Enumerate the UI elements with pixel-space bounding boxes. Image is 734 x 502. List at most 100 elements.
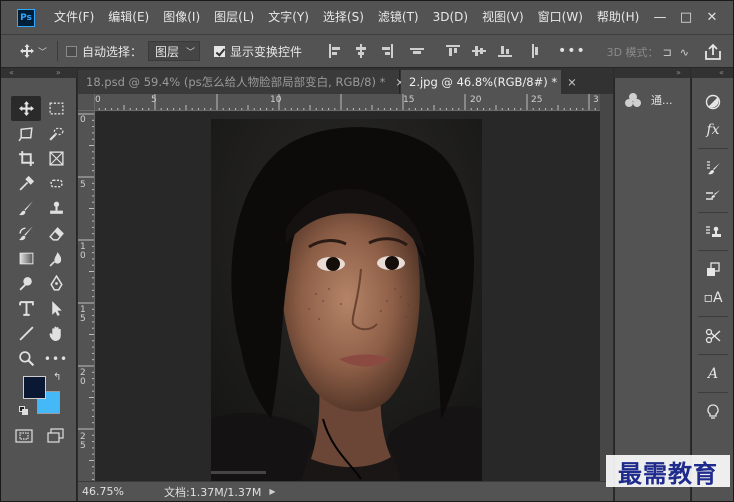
menu-window[interactable]: 窗口(W) (531, 1, 590, 34)
menu-filter[interactable]: 滤镜(T) (371, 1, 426, 34)
align-top-icon (446, 44, 461, 58)
close-button[interactable]: ✕ (699, 8, 725, 28)
dock-divider (698, 316, 728, 317)
status-menu-arrow-icon[interactable]: ▶ (269, 487, 275, 496)
clone-source-icon (706, 226, 721, 237)
distribute-horizontal-button[interactable] (522, 41, 548, 61)
zoom-tool[interactable] (11, 346, 41, 371)
brushes-button[interactable] (700, 184, 726, 208)
eraser-tool[interactable] (41, 221, 71, 246)
align-left-edges-button[interactable] (322, 41, 348, 61)
quick-selection-tool[interactable] (41, 121, 71, 146)
menu-file[interactable]: 文件(F) (47, 1, 101, 34)
share-button[interactable] (703, 42, 723, 62)
tab-18-psd[interactable]: 18.psd @ 59.4% (ps怎么给人物脸部局部变白, RGB/8) * … (78, 70, 405, 94)
type-tool[interactable] (11, 296, 41, 321)
ruler-label: 1 5 (80, 305, 86, 324)
more-tools[interactable]: ••• (41, 346, 71, 371)
move-tool-preset[interactable]: ﹀ (19, 43, 49, 59)
show-transform-checkbox[interactable]: 显示变换控件 (214, 43, 302, 60)
menu-type[interactable]: 文字(Y) (261, 1, 316, 34)
brushes-icon (706, 190, 720, 200)
spot-healing-tool[interactable] (41, 171, 71, 196)
move-tool[interactable] (11, 96, 41, 121)
ruler-label: 1 0 (80, 242, 86, 261)
foreground-color-swatch[interactable] (23, 376, 46, 399)
move-icon (18, 101, 34, 116)
brush-settings-button[interactable] (700, 156, 726, 180)
menu-image[interactable]: 图像(I) (156, 1, 207, 34)
canvas-area[interactable] (96, 112, 600, 481)
hand-tool[interactable] (41, 321, 71, 346)
lasso-tool[interactable] (11, 121, 41, 146)
history-brush-tool[interactable] (11, 221, 41, 246)
align-top-edges-button[interactable] (440, 41, 466, 61)
panel-collapse-strip[interactable]: » (614, 68, 690, 78)
3d-mode-group: 3D 模式： ⊐ ∿ (607, 35, 689, 69)
menu-bar: Ps 文件(F) 编辑(E) 图像(I) 图层(L) 文字(Y) 选择(S) 滤… (1, 1, 733, 34)
adjustments-button[interactable] (700, 90, 726, 114)
menu-layer[interactable]: 图层(L) (207, 1, 261, 34)
eyedropper-tool[interactable] (11, 171, 41, 196)
zoom-level[interactable]: 46.75% (82, 485, 144, 498)
swap-colors-icon[interactable]: ↰ (53, 372, 61, 383)
quick-mask-button[interactable] (15, 428, 35, 446)
ruler-origin[interactable] (78, 94, 95, 111)
styles-button[interactable]: fx (700, 118, 726, 142)
channels-panel-button[interactable]: 通... (625, 92, 673, 108)
vertical-ruler[interactable]: 0 5 1 0 1 5 2 0 2 5 (78, 111, 95, 481)
dock-divider (698, 354, 728, 355)
menu-3d[interactable]: 3D(D) (426, 1, 475, 34)
gradient-tool[interactable] (11, 246, 41, 271)
brush-tool[interactable] (11, 196, 41, 221)
eyedropper-icon (19, 175, 34, 191)
path-selection-tool[interactable] (41, 296, 71, 321)
marquee-tool[interactable] (41, 96, 71, 121)
menu-view[interactable]: 视图(V) (475, 1, 531, 34)
default-colors-icon[interactable] (19, 406, 28, 415)
auto-select-target-dropdown[interactable]: 图层 ﹀ (148, 41, 201, 61)
align-horizontal-centers-button[interactable] (348, 41, 374, 61)
frame-tool[interactable] (41, 146, 71, 171)
line-tool[interactable] (11, 321, 41, 346)
crop-tool[interactable] (11, 146, 41, 171)
tab-2-jpg[interactable]: 2.jpg @ 46.8%(RGB/8#) * × (401, 70, 577, 94)
layer-comps-button[interactable] (700, 258, 726, 282)
dodge-tool[interactable] (11, 271, 41, 296)
clone-source-button[interactable] (700, 220, 726, 244)
3d-orbit-icon[interactable]: ∿ (680, 46, 689, 59)
channels-icon (625, 92, 641, 108)
learn-button[interactable] (700, 400, 726, 424)
menu-select[interactable]: 选择(S) (316, 1, 371, 34)
distribute-h-icon (528, 44, 542, 58)
pen-tool[interactable] (41, 271, 71, 296)
dock-collapse-strip[interactable]: « (691, 68, 733, 78)
3d-rotate-icon[interactable]: ⊐ (663, 46, 672, 59)
distribute-vertical-button[interactable] (404, 41, 430, 61)
vertical-scrollbar[interactable] (600, 94, 613, 481)
screen-mode-icon (47, 428, 64, 443)
align-vertical-centers-button[interactable] (466, 41, 492, 61)
document-tabs: 18.psd @ 59.4% (ps怎么给人物脸部局部变白, RGB/8) * … (78, 68, 613, 94)
more-options-button[interactable]: ••• (558, 43, 586, 59)
horizontal-ruler[interactable]: 0 5 10 15 20 25 3 (78, 94, 601, 111)
maximize-button[interactable]: □ (673, 8, 699, 28)
photoshop-logo: Ps (17, 8, 35, 27)
menu-edit[interactable]: 编辑(E) (101, 1, 156, 34)
close-tab-icon[interactable]: × (567, 75, 577, 89)
align-bottom-edges-button[interactable] (492, 41, 518, 61)
tools-options-button[interactable] (700, 324, 726, 348)
clone-stamp-tool[interactable] (41, 196, 71, 221)
screen-mode-button[interactable] (47, 428, 67, 446)
toolbar-collapse-strip[interactable]: «» (1, 68, 77, 78)
auto-select-checkbox[interactable]: 自动选择： (66, 43, 142, 60)
menu-help[interactable]: 帮助(H) (590, 1, 646, 34)
document-image[interactable] (211, 119, 482, 481)
glyphs-button[interactable]: A (700, 362, 726, 386)
minimize-button[interactable]: — (647, 8, 673, 28)
blur-tool[interactable] (41, 246, 71, 271)
character-button[interactable]: ▫A (700, 286, 726, 310)
ruler-label: 25 (531, 95, 543, 105)
auto-select-check-icon (66, 45, 77, 57)
align-right-edges-button[interactable] (374, 41, 400, 61)
